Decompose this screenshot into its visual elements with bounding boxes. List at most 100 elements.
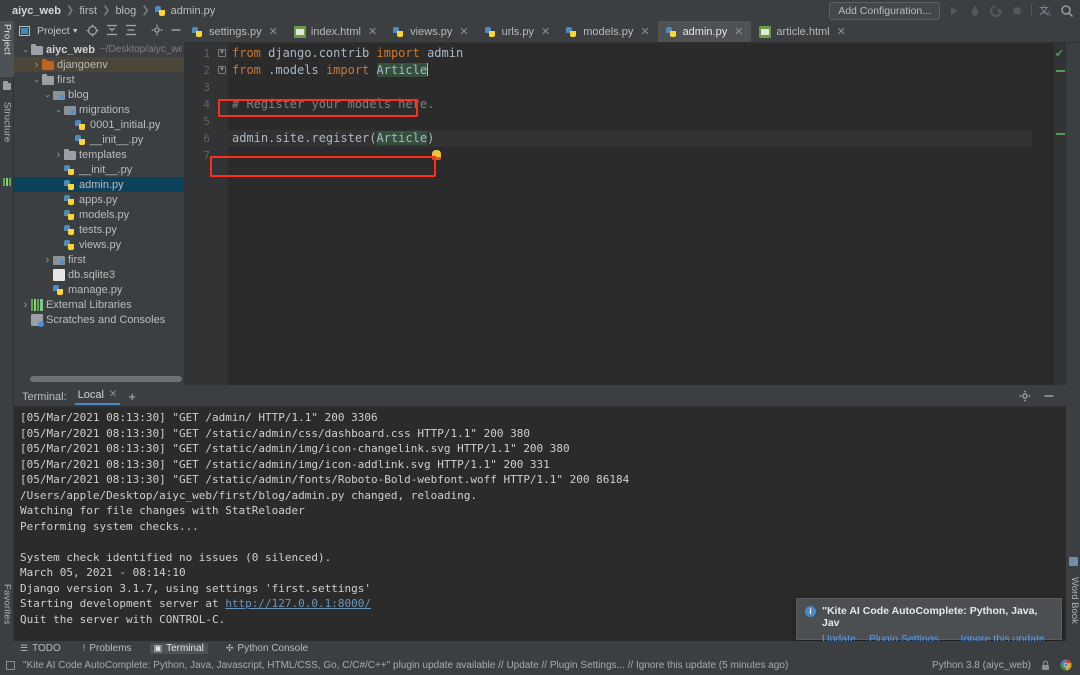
editor-tab-views-py[interactable]: views.py✕ <box>385 21 476 42</box>
collapse-all-icon[interactable] <box>106 24 118 38</box>
target-icon[interactable] <box>86 24 99 38</box>
terminal-output[interactable]: [05/Mar/2021 08:13:30] "GET /admin/ HTTP… <box>14 407 1066 627</box>
tree-node-views-py[interactable]: views.py <box>14 237 184 252</box>
code-line-7[interactable] <box>228 147 1032 164</box>
chrome-icon[interactable] <box>1060 659 1072 671</box>
close-icon[interactable]: ✕ <box>734 25 743 38</box>
sidebar-tab-favorites[interactable]: Favorites <box>0 581 14 641</box>
notification-popup[interactable]: i "Kite AI Code AutoComplete: Python, Ja… <box>796 598 1062 640</box>
code-line-4[interactable]: # Register your models here. <box>228 96 1032 113</box>
terminal-server-link[interactable]: http://127.0.0.1:8000/ <box>225 597 371 610</box>
intention-bulb-icon[interactable] <box>432 150 441 160</box>
bottom-tool-python-console[interactable]: ✣Python Console <box>222 643 312 654</box>
editor-change-marker[interactable] <box>1056 133 1065 135</box>
tree-node-label: first <box>68 254 86 266</box>
editor-tab-admin-py[interactable]: admin.py✕ <box>658 21 752 42</box>
tree-node-templates[interactable]: ›templates <box>14 147 184 162</box>
tree-node---init---py[interactable]: __init__.py <box>14 132 184 147</box>
chevron-down-icon[interactable]: ⌄ <box>31 75 42 84</box>
project-panel-title[interactable]: Project <box>37 25 70 37</box>
python-file-icon <box>666 26 678 38</box>
chevron-right-icon[interactable]: › <box>42 254 53 266</box>
hide-panel-icon[interactable] <box>1043 390 1057 404</box>
add-configuration-button[interactable]: Add Configuration... <box>829 2 940 20</box>
memory-icon[interactable] <box>6 661 15 670</box>
tree-node-tests-py[interactable]: tests.py <box>14 222 184 237</box>
close-icon[interactable]: ✕ <box>459 25 468 38</box>
editor-tab-models-py[interactable]: models.py✕ <box>558 21 657 42</box>
editor-change-marker[interactable] <box>1056 70 1065 72</box>
tree-node-djangoenv[interactable]: ›djangoenv <box>14 57 184 72</box>
bottom-tool-todo[interactable]: ☰TODO <box>16 643 65 654</box>
stop-icon[interactable] <box>1010 4 1024 18</box>
debug-icon[interactable] <box>968 4 982 18</box>
expand-all-icon[interactable] <box>125 24 137 38</box>
tree-node-apps-py[interactable]: apps.py <box>14 192 184 207</box>
add-terminal-tab-button[interactable]: + <box>128 391 136 402</box>
tree-node-admin-py[interactable]: admin.py <box>14 177 184 192</box>
chevron-down-icon[interactable]: ⌄ <box>42 90 53 99</box>
editor-code-area[interactable]: from django.contrib import adminfrom .mo… <box>228 43 1032 385</box>
tree-node-first[interactable]: › first <box>14 252 184 267</box>
lock-icon[interactable] <box>1040 660 1051 671</box>
project-tree[interactable]: ⌄aiyc_web~/Desktop/aiyc_we›djangoenv⌄fir… <box>14 41 184 385</box>
sidebar-tab-word-book[interactable]: Word Book <box>1066 577 1080 624</box>
project-horizontal-scrollbar[interactable] <box>30 376 182 382</box>
tree-node---init---py[interactable]: __init__.py <box>14 162 184 177</box>
code-line-2[interactable]: from .models import Article <box>228 62 1032 79</box>
tree-node-models-py[interactable]: models.py <box>14 207 184 222</box>
code-line-5[interactable] <box>228 113 1032 130</box>
settings-gear-icon[interactable] <box>151 24 163 38</box>
chevron-right-icon[interactable]: › <box>53 149 64 161</box>
bottom-tool-terminal[interactable]: ▣Terminal <box>150 643 208 654</box>
tree-node-0001-initial-py[interactable]: 0001_initial.py <box>14 117 184 132</box>
editor-tab-settings-py[interactable]: settings.py✕ <box>184 21 286 42</box>
close-icon[interactable]: ✕ <box>109 389 117 400</box>
tree-node-blog[interactable]: ⌄blog <box>14 87 184 102</box>
tree-node-first[interactable]: ⌄first <box>14 72 184 87</box>
chevron-down-icon[interactable]: ▼ <box>72 28 79 35</box>
chevron-down-icon[interactable]: ⌄ <box>53 105 64 114</box>
editor-scrollbar[interactable] <box>1066 43 1080 385</box>
tree-node-external-libraries[interactable]: ›External Libraries <box>14 297 184 312</box>
chevron-down-icon[interactable]: ⌄ <box>20 45 31 54</box>
status-message[interactable]: "Kite AI Code AutoComplete: Python, Java… <box>23 660 788 671</box>
chevron-right-icon[interactable]: › <box>31 59 42 71</box>
close-icon[interactable]: ✕ <box>837 25 846 38</box>
hide-panel-icon[interactable] <box>170 24 182 38</box>
code-line-1[interactable]: from django.contrib import admin <box>228 45 1032 62</box>
fold-marker-icon[interactable]: ▾ <box>218 66 226 74</box>
settings-gear-icon[interactable] <box>1019 390 1033 404</box>
breadcrumb-item-2[interactable]: blog <box>111 5 140 17</box>
close-icon[interactable]: ✕ <box>368 25 377 38</box>
close-icon[interactable]: ✕ <box>640 25 649 38</box>
translate-icon[interactable]: 文A <box>1039 4 1053 18</box>
editor-tab-article-html[interactable]: article.html✕ <box>751 21 853 42</box>
fold-marker-icon[interactable]: ▾ <box>218 49 226 57</box>
breadcrumb-file[interactable]: admin.py <box>151 5 220 17</box>
editor-tab-index-html[interactable]: index.html✕ <box>286 21 385 42</box>
sidebar-tab-structure[interactable]: Structure <box>0 99 14 161</box>
search-everywhere-icon[interactable] <box>1060 4 1074 18</box>
bottom-tool-problems[interactable]: !Problems <box>79 643 136 654</box>
terminal-tab-local[interactable]: Local ✕ <box>75 389 121 405</box>
tree-node-migrations[interactable]: ⌄migrations <box>14 102 184 117</box>
python-interpreter-label[interactable]: Python 3.8 (aiyc_web) <box>932 660 1031 671</box>
tree-node-db-sqlite3[interactable]: db.sqlite3 <box>14 267 184 282</box>
chevron-right-icon[interactable]: › <box>20 299 31 311</box>
sidebar-tab-project[interactable]: Project <box>0 21 14 77</box>
code-editor[interactable]: 1234567 ▾ ▾ from django.contrib import a… <box>184 43 1080 385</box>
run-icon[interactable] <box>947 4 961 18</box>
editor-tab-urls-py[interactable]: urls.py✕ <box>477 21 559 42</box>
close-icon[interactable]: ✕ <box>269 25 278 38</box>
tree-node-manage-py[interactable]: manage.py <box>14 282 184 297</box>
breadcrumb-item-0[interactable]: aiyc_web <box>8 5 65 17</box>
breadcrumb-item-1[interactable]: first <box>75 5 101 17</box>
tree-node-scratches-and-consoles[interactable]: Scratches and Consoles <box>14 312 184 327</box>
code-line-3[interactable] <box>228 79 1032 96</box>
run-coverage-icon[interactable] <box>989 4 1003 18</box>
code-line-6[interactable]: admin.site.register(Article) <box>228 130 1032 147</box>
tree-node-aiyc-web[interactable]: ⌄aiyc_web~/Desktop/aiyc_we <box>14 42 184 57</box>
close-icon[interactable]: ✕ <box>541 25 550 38</box>
python-file-icon <box>192 26 204 38</box>
